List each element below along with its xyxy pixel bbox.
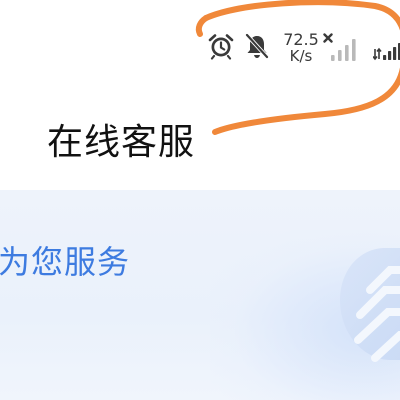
page-title: 在线客服 bbox=[47, 122, 196, 163]
mobile-signal-icon bbox=[323, 33, 356, 61]
banner-text: 为您服务 bbox=[0, 243, 131, 281]
network-speed: 72.5 K/s bbox=[281, 31, 321, 65]
alarm-icon bbox=[208, 34, 234, 60]
status-bar: 72.5 K/s bbox=[0, 0, 400, 100]
service-banner: 为您服务 bbox=[0, 190, 400, 400]
mobile-signal-icon bbox=[373, 43, 400, 61]
network-speed-unit: K/s bbox=[289, 47, 313, 65]
service-logo-icon bbox=[340, 248, 400, 362]
notifications-off-icon bbox=[245, 33, 269, 59]
network-speed-value: 72.5 bbox=[283, 30, 319, 49]
